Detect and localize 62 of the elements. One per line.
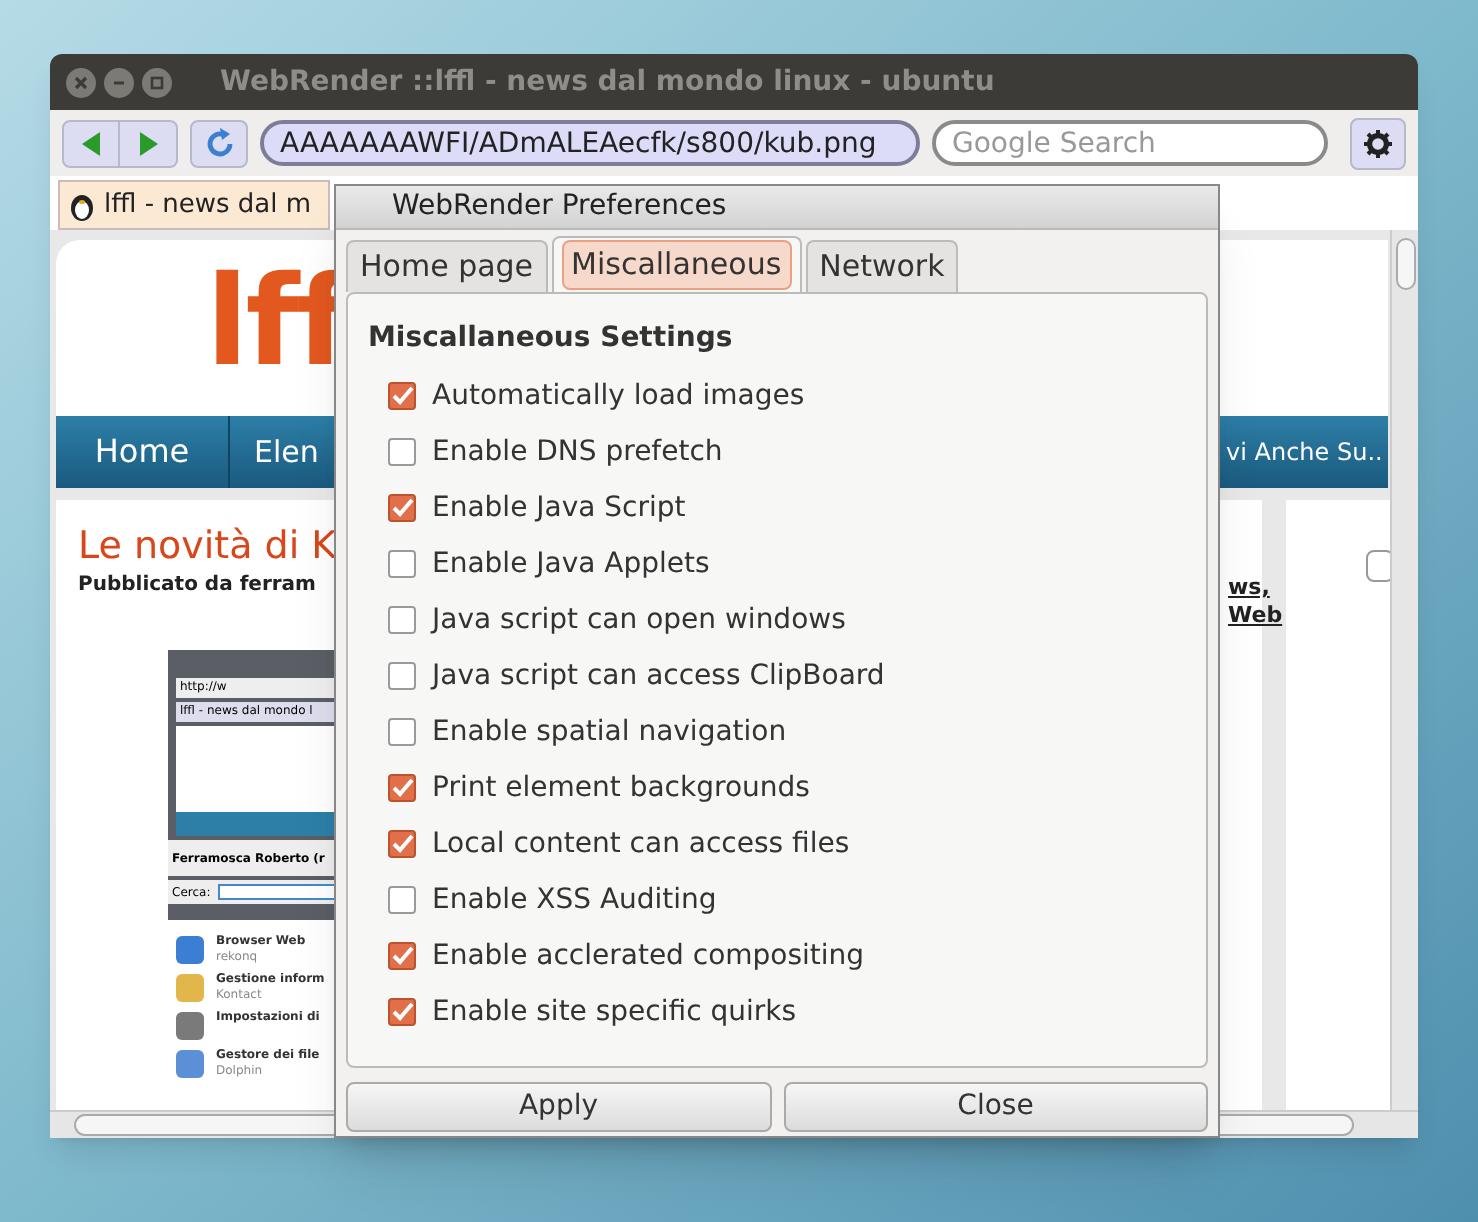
checkbox[interactable] [388,606,416,634]
option-label: Enable DNS prefetch [432,433,723,471]
back-button[interactable] [62,119,120,167]
settings-icon [1364,129,1392,157]
checkbox[interactable] [388,886,416,914]
checkbox[interactable] [388,942,416,970]
tab[interactable]: Miscallaneous [551,236,802,292]
option-label: Enable Java Applets [432,545,710,583]
tab[interactable]: Home page [346,240,548,292]
maximize-button[interactable] [142,67,172,97]
minimize-icon [112,75,126,89]
option-label: Enable acclerated compositing [432,937,865,975]
app-icon [174,934,206,966]
app-icon [174,972,206,1004]
forward-icon [138,131,158,155]
post-title: Le novità di K [78,522,337,572]
option-label: Automatically load images [432,377,805,415]
address-field[interactable]: AAAAAAAWFI/ADmALEAecfk/s800/kub.png [260,120,920,166]
settings-button[interactable] [1350,117,1406,169]
nav-link[interactable]: Elen [230,416,319,488]
option-label: Enable XSS Auditing [432,881,717,919]
app-icon [174,1048,206,1080]
window-title: WebRender ::lffl - news dal mondo linux - ubuntu [220,63,995,101]
scroll-thumb[interactable] [1396,238,1416,290]
close-icon [74,75,88,89]
checkbox[interactable] [388,662,416,690]
checkbox[interactable] [1366,550,1390,582]
maximize-icon [150,75,164,89]
tab[interactable]: Network [805,240,959,292]
option-label: Java script can open windows [432,601,846,639]
checkbox[interactable] [388,774,416,802]
checkbox[interactable] [388,382,416,410]
checkbox[interactable] [388,438,416,466]
checkbox[interactable] [388,718,416,746]
option-label: Enable site specific quirks [432,993,797,1031]
checkbox[interactable] [388,550,416,578]
close-button[interactable] [66,67,96,97]
checkbox[interactable] [388,998,416,1026]
app-icon [174,1010,206,1042]
option-label: Enable spatial navigation [432,713,787,751]
nav-link[interactable]: vi Anche Su.. [1226,416,1383,488]
reload-button[interactable] [190,119,248,167]
forward-button[interactable] [120,119,178,167]
reload-icon [203,127,235,159]
dialog-button[interactable]: Apply [346,1082,771,1132]
back-icon [81,131,101,155]
checkbox[interactable] [388,494,416,522]
checkbox[interactable] [388,830,416,858]
tag-link[interactable]: ws, [1228,572,1270,605]
option-label: Print element backgrounds [432,769,810,807]
search-field[interactable]: Google Search [932,120,1328,166]
dialog-button[interactable]: Close [783,1082,1208,1132]
option-label: Enable Java Script [432,489,686,527]
section-heading: Miscallaneous Settings [368,320,735,358]
option-label: Local content can access files [432,825,850,863]
penguin-icon [68,189,96,221]
post-byline: Pubblicato da ferram [78,572,316,600]
dialog-title: WebRender Preferences [392,188,727,226]
tag-link[interactable]: Web [1228,600,1283,633]
browser-tab[interactable]: lffl - news dal m [58,180,330,230]
option-label: Java script can access ClipBoard [432,657,885,695]
minimize-button[interactable] [104,67,134,97]
